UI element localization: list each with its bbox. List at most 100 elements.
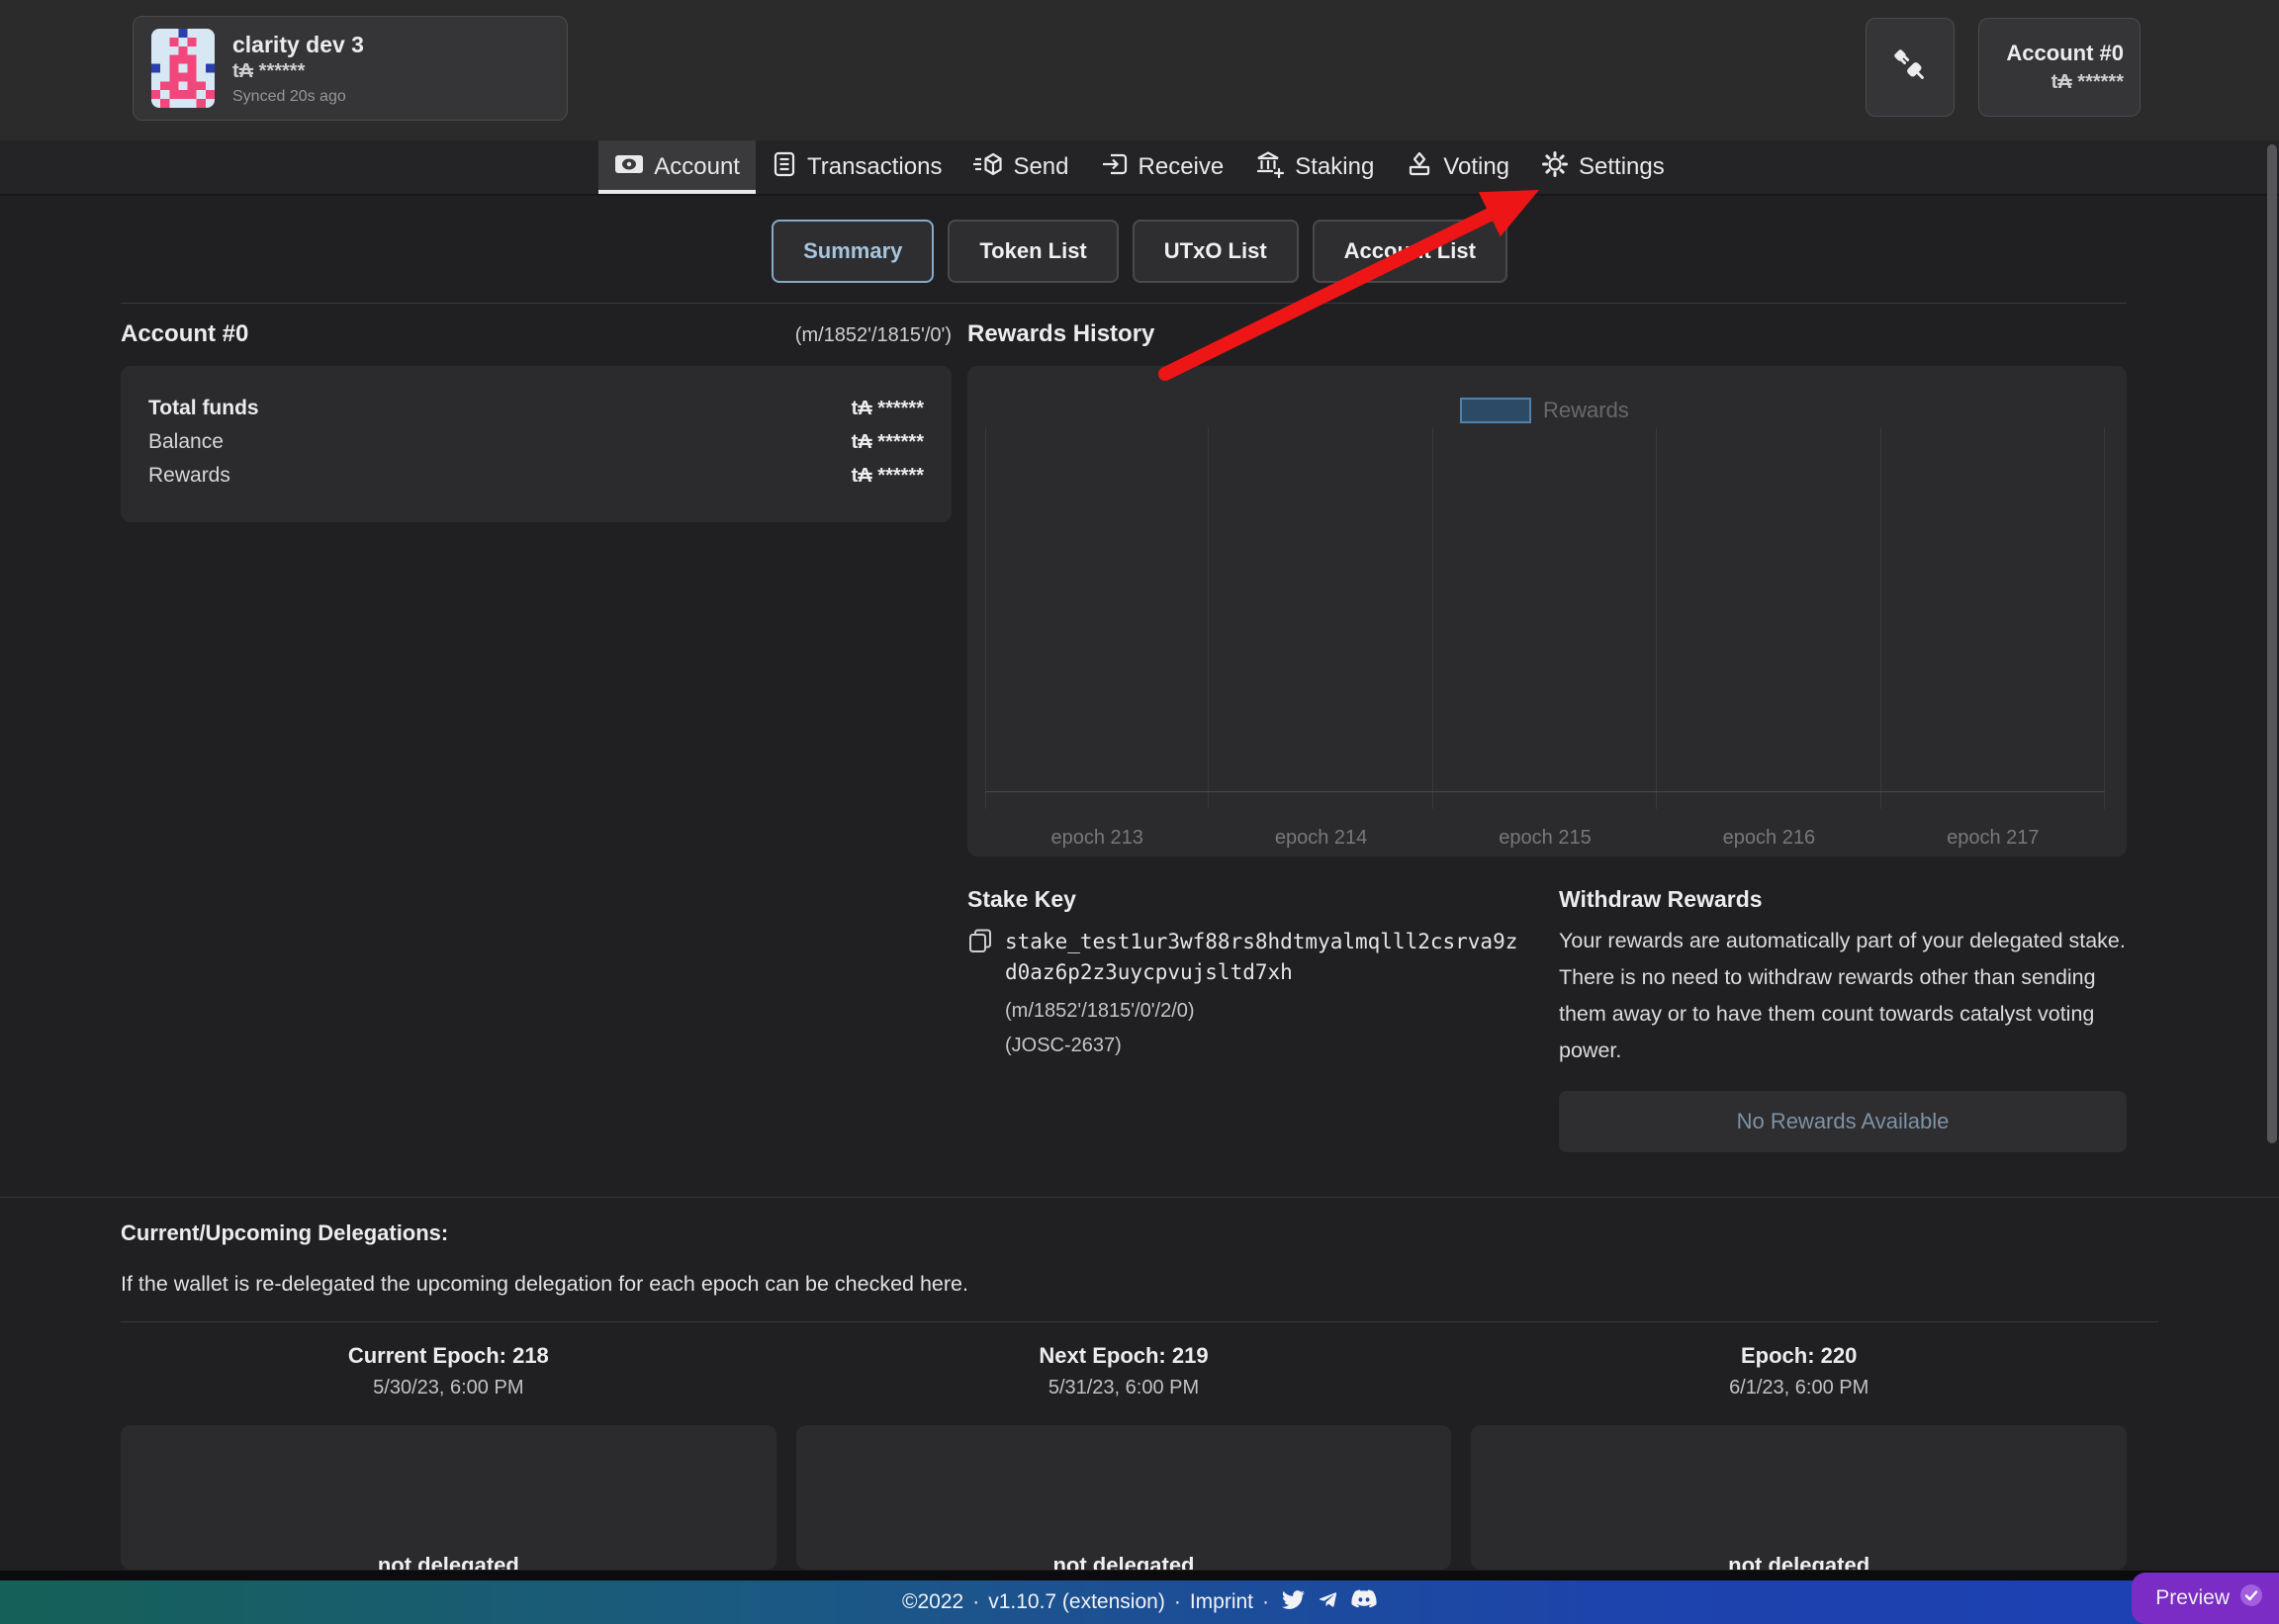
chart-column xyxy=(985,427,1209,809)
account-summary-section: Account #0 (m/1852'/1815'/0') Total fund… xyxy=(121,320,952,522)
nav-tab-voting[interactable]: Voting xyxy=(1390,140,1525,194)
chart-x-axis-labels: epoch 213 epoch 214 epoch 215 epoch 216 … xyxy=(985,827,2105,850)
nav-tab-label: Voting xyxy=(1443,153,1509,181)
discord-icon[interactable] xyxy=(1351,1589,1377,1615)
nav-tab-label: Receive xyxy=(1139,153,1225,181)
delegation-status: not delegated xyxy=(121,1553,776,1570)
delegations-inner-divider xyxy=(121,1321,2158,1322)
rewards-history-title: Rewards History xyxy=(967,320,2127,348)
epoch-column-future: Epoch: 220 6/1/23, 6:00 PM not delegated xyxy=(1471,1343,2127,1570)
dapp-disconnect-button[interactable] xyxy=(1866,18,1955,117)
footer-separator: · xyxy=(1262,1590,1269,1614)
nav-tab-account[interactable]: Account xyxy=(598,140,756,194)
funds-row-balance: Balance t₳ ****** xyxy=(148,425,924,459)
nav-tab-label: Settings xyxy=(1579,153,1665,181)
stake-key-reference: (JOSC-2637) xyxy=(1005,1035,1543,1057)
epoch-date: 6/1/23, 6:00 PM xyxy=(1471,1377,2127,1399)
app-header: clarity dev 3 t₳ ****** Synced 20s ago xyxy=(0,0,2279,140)
no-rewards-available-button[interactable]: No Rewards Available xyxy=(1559,1091,2127,1152)
chart-column xyxy=(1433,427,1657,809)
account-selector-label: Account #0 xyxy=(2006,41,2124,66)
epoch-delegation-card: not delegated xyxy=(796,1425,1452,1570)
epoch-date: 5/31/23, 6:00 PM xyxy=(796,1377,1452,1399)
tab-summary[interactable]: Summary xyxy=(772,220,934,283)
legend-swatch-rewards xyxy=(1460,398,1531,423)
nav-tab-send[interactable]: Send xyxy=(957,140,1084,194)
epoch-delegation-grid: Current Epoch: 218 5/30/23, 6:00 PM not … xyxy=(121,1343,2127,1570)
receive-arrow-icon xyxy=(1101,151,1129,184)
x-axis-tick-label: epoch 213 xyxy=(985,827,1209,850)
nav-tab-receive[interactable]: Receive xyxy=(1085,140,1240,194)
tab-token-list[interactable]: Token List xyxy=(948,220,1118,283)
funds-value-masked: t₳ ****** xyxy=(852,425,924,459)
content-top-divider xyxy=(121,303,2127,304)
tab-account-list[interactable]: Account List xyxy=(1313,220,1507,283)
wallet-selector-card[interactable]: clarity dev 3 t₳ ****** Synced 20s ago xyxy=(133,16,568,121)
wallet-balance-masked: t₳ ****** xyxy=(232,59,364,84)
telegram-icon[interactable] xyxy=(1317,1588,1339,1617)
check-circle-icon xyxy=(2239,1583,2263,1613)
funds-label: Rewards xyxy=(148,459,230,493)
bank-plus-icon xyxy=(1255,150,1285,185)
copy-icon[interactable] xyxy=(967,927,993,988)
account-summary-title: Account #0 xyxy=(121,320,248,348)
footer-copyright: ©2022 xyxy=(902,1590,963,1614)
nav-tab-label: Send xyxy=(1013,153,1068,181)
nav-tab-label: Transactions xyxy=(807,153,943,181)
document-list-icon xyxy=(772,151,797,184)
wallet-info: clarity dev 3 t₳ ****** Synced 20s ago xyxy=(232,31,364,107)
stake-key-address: stake_test1ur3wf88rs8hdtmyalmqlll2csrva9… xyxy=(1005,927,1517,988)
epoch-title: Current Epoch: 218 xyxy=(121,1343,776,1369)
wallet-sync-status: Synced 20s ago xyxy=(232,86,364,107)
chart-x-axis-baseline xyxy=(985,791,2105,792)
stake-key-section: Stake Key stake_test1ur3wf88rs8hdtmyalmq… xyxy=(967,886,1543,1057)
funds-panel: Total funds t₳ ****** Balance t₳ ****** … xyxy=(121,366,952,522)
tab-utxo-list[interactable]: UTxO List xyxy=(1133,220,1299,283)
imprint-link[interactable]: Imprint xyxy=(1190,1590,1253,1614)
footer-version: v1.10.7 (extension) xyxy=(988,1590,1165,1614)
preview-label: Preview xyxy=(2155,1586,2230,1610)
chart-legend: Rewards xyxy=(1460,398,1629,423)
nav-tab-label: Staking xyxy=(1295,153,1374,181)
footer-separator: · xyxy=(1174,1590,1181,1614)
footer-separator: · xyxy=(972,1590,979,1614)
epoch-date: 5/30/23, 6:00 PM xyxy=(121,1377,776,1399)
chart-column xyxy=(1209,427,1432,809)
delegations-subtitle: If the wallet is re-delegated the upcomi… xyxy=(121,1272,968,1297)
epoch-delegation-card: not delegated xyxy=(1471,1425,2127,1570)
stake-key-title: Stake Key xyxy=(967,886,1543,913)
x-axis-tick-label: epoch 215 xyxy=(1433,827,1657,850)
twitter-icon[interactable] xyxy=(1282,1588,1305,1617)
gear-icon xyxy=(1541,150,1569,185)
chart-plot-area xyxy=(985,427,2105,809)
chart-column xyxy=(1881,427,2105,809)
delegations-top-divider xyxy=(0,1197,2279,1198)
disconnect-plug-icon xyxy=(1888,44,1932,92)
delegation-status: not delegated xyxy=(1471,1553,2127,1570)
epoch-delegation-card: not delegated xyxy=(121,1425,776,1570)
footer-bar: ©2022 · v1.10.7 (extension) · Imprint · xyxy=(0,1580,2279,1624)
stake-key-derivation-path: (m/1852'/1815'/0'/2/0) xyxy=(1005,1000,1543,1023)
delegation-status: not delegated xyxy=(796,1553,1452,1570)
funds-row-total: Total funds t₳ ****** xyxy=(148,392,924,425)
nav-tab-transactions[interactable]: Transactions xyxy=(756,140,958,194)
nav-tab-settings[interactable]: Settings xyxy=(1525,140,1681,194)
account-derivation-path: (m/1852'/1815'/0') xyxy=(795,324,952,347)
withdraw-rewards-section: Withdraw Rewards Your rewards are automa… xyxy=(1559,886,2127,1152)
nav-tab-staking[interactable]: Staking xyxy=(1239,140,1390,194)
nav-tab-label: Account xyxy=(654,153,740,181)
account-subtabs: Summary Token List UTxO List Account Lis… xyxy=(0,220,2279,283)
wallet-name: clarity dev 3 xyxy=(232,31,364,59)
epoch-title: Next Epoch: 219 xyxy=(796,1343,1452,1369)
funds-label: Total funds xyxy=(148,392,259,425)
scrollbar-thumb[interactable] xyxy=(2267,144,2277,1143)
rewards-history-chart: Rewards epoch 213 epoch 214 epoch 215 ep… xyxy=(967,366,2127,857)
footer-gap-strip xyxy=(0,1571,2279,1580)
withdraw-rewards-description: Your rewards are automatically part of y… xyxy=(1559,923,2127,1069)
epoch-column-current: Current Epoch: 218 5/30/23, 6:00 PM not … xyxy=(121,1343,776,1570)
chart-column xyxy=(1657,427,1880,809)
account-selector-button[interactable]: Account #0 t₳ ****** xyxy=(1978,18,2141,117)
withdraw-rewards-title: Withdraw Rewards xyxy=(1559,886,2127,913)
preview-badge[interactable]: Preview xyxy=(2132,1573,2279,1624)
rewards-history-section: Rewards History Rewards epoch 213 epoch … xyxy=(967,320,2127,857)
